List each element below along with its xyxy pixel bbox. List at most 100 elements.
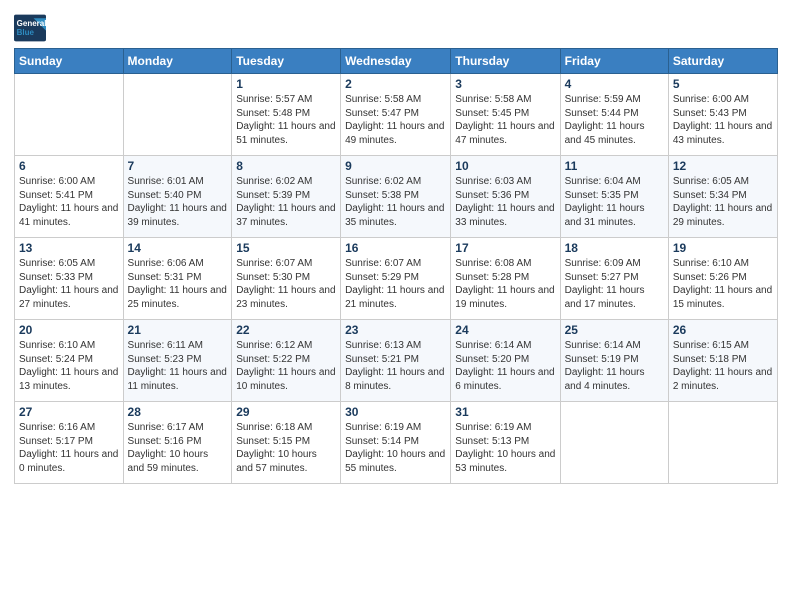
calendar-cell: 23 Sunrise: 6:13 AMSunset: 5:21 PMDayligh… — [341, 320, 451, 402]
day-number: 17 — [455, 241, 555, 255]
calendar-cell: 27Sunrise: 6:16 AMSunset: 5:17 PMDayligh… — [15, 402, 124, 484]
calendar-week-row: 1 Sunrise: 5:57 AMSunset: 5:48 PMDaylight… — [15, 74, 778, 156]
calendar-cell: 22 Sunrise: 6:12 AMSunset: 5:22 PMDayligh… — [232, 320, 341, 402]
day-number: 5 — [673, 77, 773, 91]
day-number: 21 — [128, 323, 228, 337]
calendar-cell: 4 Sunrise: 5:59 AMSunset: 5:44 PMDaylight… — [560, 74, 668, 156]
day-number: 30 — [345, 405, 446, 419]
day-info: Sunrise: 6:19 AMSunset: 5:14 PMDaylight:… — [345, 421, 446, 475]
day-number: 25 — [565, 323, 664, 337]
page: General Blue SundayMondayTuesdayWednesda… — [0, 0, 792, 612]
calendar-cell: 17Sunrise: 6:08 AMSunset: 5:28 PMDayligh… — [451, 238, 560, 320]
day-info: Sunrise: 6:07 AMSunset: 5:30 PMDaylight:… — [236, 257, 336, 311]
calendar-week-row: 27Sunrise: 6:16 AMSunset: 5:17 PMDayligh… — [15, 402, 778, 484]
day-number: 15 — [236, 241, 336, 255]
day-info: Sunrise: 5:58 AMSunset: 5:45 PMDaylight:… — [455, 93, 555, 147]
calendar-cell: 15 Sunrise: 6:07 AMSunset: 5:30 PMDayligh… — [232, 238, 341, 320]
calendar-week-row: 6 Sunrise: 6:00 AMSunset: 5:41 PMDaylight… — [15, 156, 778, 238]
calendar-cell: 6 Sunrise: 6:00 AMSunset: 5:41 PMDaylight… — [15, 156, 124, 238]
calendar-cell — [668, 402, 777, 484]
day-number: 22 — [236, 323, 336, 337]
day-info: Sunrise: 6:00 AMSunset: 5:43 PMDaylight:… — [673, 93, 773, 147]
calendar-cell: 26 Sunrise: 6:15 AMSunset: 5:18 PMDayligh… — [668, 320, 777, 402]
day-info: Sunrise: 6:00 AMSunset: 5:41 PMDaylight:… — [19, 175, 119, 229]
weekday-header: Sunday — [15, 49, 124, 74]
calendar-cell: 2 Sunrise: 5:58 AMSunset: 5:47 PMDaylight… — [341, 74, 451, 156]
day-number: 6 — [19, 159, 119, 173]
day-number: 9 — [345, 159, 446, 173]
day-info: Sunrise: 6:04 AMSunset: 5:35 PMDaylight:… — [565, 175, 664, 229]
day-number: 13 — [19, 241, 119, 255]
day-number: 10 — [455, 159, 555, 173]
day-number: 19 — [673, 241, 773, 255]
calendar-cell: 16 Sunrise: 6:07 AMSunset: 5:29 PMDayligh… — [341, 238, 451, 320]
calendar-cell — [560, 402, 668, 484]
day-number: 29 — [236, 405, 336, 419]
day-number: 11 — [565, 159, 664, 173]
day-number: 12 — [673, 159, 773, 173]
day-number: 1 — [236, 77, 336, 91]
svg-text:Blue: Blue — [17, 28, 35, 37]
weekday-header: Thursday — [451, 49, 560, 74]
day-info: Sunrise: 6:05 AMSunset: 5:33 PMDaylight:… — [19, 257, 119, 311]
day-info: Sunrise: 6:14 AMSunset: 5:20 PMDaylight:… — [455, 339, 555, 393]
calendar-cell: 30 Sunrise: 6:19 AMSunset: 5:14 PMDayligh… — [341, 402, 451, 484]
calendar-week-row: 20 Sunrise: 6:10 AMSunset: 5:24 PMDayligh… — [15, 320, 778, 402]
calendar-cell: 10Sunrise: 6:03 AMSunset: 5:36 PMDayligh… — [451, 156, 560, 238]
calendar-cell: 7Sunrise: 6:01 AMSunset: 5:40 PMDaylight… — [123, 156, 232, 238]
day-number: 28 — [128, 405, 228, 419]
day-info: Sunrise: 6:15 AMSunset: 5:18 PMDaylight:… — [673, 339, 773, 393]
day-info: Sunrise: 6:10 AMSunset: 5:24 PMDaylight:… — [19, 339, 119, 393]
calendar-cell: 5 Sunrise: 6:00 AMSunset: 5:43 PMDaylight… — [668, 74, 777, 156]
calendar-cell: 3Sunrise: 5:58 AMSunset: 5:45 PMDaylight… — [451, 74, 560, 156]
day-number: 8 — [236, 159, 336, 173]
day-number: 20 — [19, 323, 119, 337]
day-info: Sunrise: 6:02 AMSunset: 5:38 PMDaylight:… — [345, 175, 446, 229]
day-info: Sunrise: 6:17 AMSunset: 5:16 PMDaylight:… — [128, 421, 228, 475]
day-info: Sunrise: 6:02 AMSunset: 5:39 PMDaylight:… — [236, 175, 336, 229]
calendar-cell — [15, 74, 124, 156]
weekday-header: Tuesday — [232, 49, 341, 74]
calendar-cell: 12 Sunrise: 6:05 AMSunset: 5:34 PMDayligh… — [668, 156, 777, 238]
calendar-header-row: SundayMondayTuesdayWednesdayThursdayFrid… — [15, 49, 778, 74]
calendar-cell: 25 Sunrise: 6:14 AMSunset: 5:19 PMDayligh… — [560, 320, 668, 402]
day-info: Sunrise: 6:13 AMSunset: 5:21 PMDaylight:… — [345, 339, 446, 393]
calendar-cell: 31Sunrise: 6:19 AMSunset: 5:13 PMDayligh… — [451, 402, 560, 484]
weekday-header: Monday — [123, 49, 232, 74]
day-info: Sunrise: 6:07 AMSunset: 5:29 PMDaylight:… — [345, 257, 446, 311]
day-number: 18 — [565, 241, 664, 255]
day-number: 2 — [345, 77, 446, 91]
day-info: Sunrise: 6:05 AMSunset: 5:34 PMDaylight:… — [673, 175, 773, 229]
calendar-cell: 14Sunrise: 6:06 AMSunset: 5:31 PMDayligh… — [123, 238, 232, 320]
day-number: 23 — [345, 323, 446, 337]
calendar-cell: 28 Sunrise: 6:17 AMSunset: 5:16 PMDayligh… — [123, 402, 232, 484]
day-info: Sunrise: 6:11 AMSunset: 5:23 PMDaylight:… — [128, 339, 228, 393]
day-number: 26 — [673, 323, 773, 337]
calendar-table: SundayMondayTuesdayWednesdayThursdayFrid… — [14, 48, 778, 484]
day-info: Sunrise: 6:01 AMSunset: 5:40 PMDaylight:… — [128, 175, 228, 229]
day-info: Sunrise: 6:14 AMSunset: 5:19 PMDaylight:… — [565, 339, 664, 393]
day-number: 4 — [565, 77, 664, 91]
calendar-cell: 29 Sunrise: 6:18 AMSunset: 5:15 PMDayligh… — [232, 402, 341, 484]
day-info: Sunrise: 5:58 AMSunset: 5:47 PMDaylight:… — [345, 93, 446, 147]
calendar-cell: 21 Sunrise: 6:11 AMSunset: 5:23 PMDayligh… — [123, 320, 232, 402]
weekday-header: Saturday — [668, 49, 777, 74]
calendar-cell: 24 Sunrise: 6:14 AMSunset: 5:20 PMDayligh… — [451, 320, 560, 402]
day-info: Sunrise: 5:59 AMSunset: 5:44 PMDaylight:… — [565, 93, 664, 147]
day-number: 24 — [455, 323, 555, 337]
header: General Blue — [14, 10, 778, 42]
day-number: 16 — [345, 241, 446, 255]
day-number: 14 — [128, 241, 228, 255]
day-info: Sunrise: 5:57 AMSunset: 5:48 PMDaylight:… — [236, 93, 336, 147]
calendar-cell: 19Sunrise: 6:10 AMSunset: 5:26 PMDayligh… — [668, 238, 777, 320]
day-info: Sunrise: 6:18 AMSunset: 5:15 PMDaylight:… — [236, 421, 336, 475]
calendar-cell — [123, 74, 232, 156]
day-info: Sunrise: 6:12 AMSunset: 5:22 PMDaylight:… — [236, 339, 336, 393]
day-info: Sunrise: 6:16 AMSunset: 5:17 PMDaylight:… — [19, 421, 119, 475]
calendar-cell: 11 Sunrise: 6:04 AMSunset: 5:35 PMDayligh… — [560, 156, 668, 238]
calendar-cell: 13 Sunrise: 6:05 AMSunset: 5:33 PMDayligh… — [15, 238, 124, 320]
day-info: Sunrise: 6:19 AMSunset: 5:13 PMDaylight:… — [455, 421, 555, 475]
weekday-header: Friday — [560, 49, 668, 74]
calendar-cell: 20 Sunrise: 6:10 AMSunset: 5:24 PMDayligh… — [15, 320, 124, 402]
calendar-cell: 1 Sunrise: 5:57 AMSunset: 5:48 PMDaylight… — [232, 74, 341, 156]
